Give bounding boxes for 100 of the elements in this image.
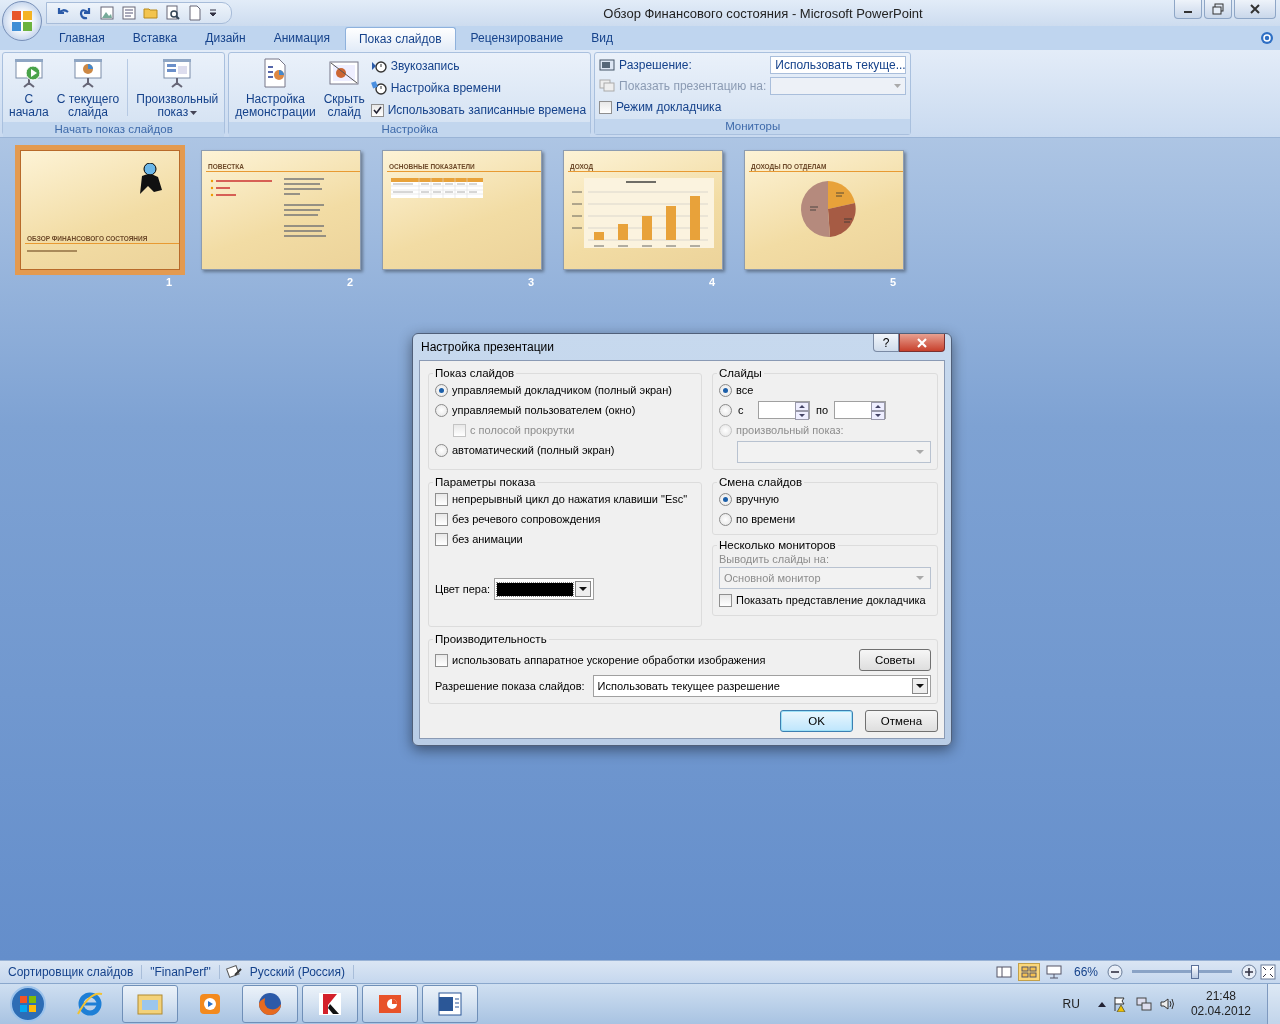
checkbox[interactable] <box>435 653 448 667</box>
group-title: Смена слайдов <box>718 476 804 488</box>
taskbar-app-button[interactable] <box>362 985 418 1023</box>
text-box-icon[interactable] <box>121 5 137 21</box>
group-title: Параметры показа <box>434 476 537 488</box>
taskbar-app-button[interactable] <box>422 985 478 1023</box>
flag-warning-icon[interactable] <box>1113 996 1128 1012</box>
caret-icon <box>894 84 902 88</box>
figure-icon <box>139 163 165 195</box>
radio-label: по времени <box>736 513 796 525</box>
radio-button[interactable] <box>435 443 448 457</box>
stopwatch-icon <box>370 80 387 96</box>
caret-icon <box>190 110 198 115</box>
bar <box>594 232 604 240</box>
clock[interactable]: 21:48 02.04.2012 <box>1190 989 1251 1019</box>
spelling-check-icon[interactable] <box>225 965 242 979</box>
speaker-icon[interactable] <box>1159 998 1175 1010</box>
ribbon-tab[interactable]: Анимация <box>260 27 343 50</box>
checkbox[interactable] <box>435 532 448 546</box>
ribbon-tab[interactable]: Дизайн <box>192 27 259 50</box>
language-indicator[interactable]: RU <box>1062 997 1080 1011</box>
view-button[interactable] <box>1017 963 1040 981</box>
checkbox-label: Режим докладчика <box>616 100 722 114</box>
close-icon[interactable] <box>1234 0 1276 19</box>
caret-icon <box>575 581 592 597</box>
help-button[interactable]: ? <box>873 334 899 352</box>
ribbon-command[interactable]: Звукозапись <box>370 57 587 75</box>
resolution-dropdown[interactable]: Использовать текущее разрешение <box>592 675 931 697</box>
ribbon-button[interactable]: С начала <box>7 55 51 120</box>
dialog-button[interactable]: OK <box>780 710 853 732</box>
document-icon <box>437 991 463 1017</box>
radio-label: с <box>738 404 745 416</box>
media-player-icon <box>197 991 223 1017</box>
slider-thumb[interactable] <box>1191 965 1199 979</box>
radio-button[interactable] <box>719 492 732 506</box>
network-icon[interactable] <box>1135 997 1152 1011</box>
close-button[interactable] <box>899 334 945 352</box>
restore-icon[interactable] <box>1204 0 1232 19</box>
group-title: Начать показ слайдов <box>3 122 225 137</box>
ribbon-button[interactable]: Настройка демонстрации <box>233 55 318 120</box>
radio-button[interactable] <box>719 383 732 397</box>
print-preview-icon[interactable] <box>165 5 181 21</box>
ribbon-button[interactable]: Скрыть слайд <box>321 55 367 120</box>
ribbon-button[interactable]: С текущего слайда <box>54 55 122 120</box>
checkbox[interactable] <box>435 512 448 526</box>
tips-button[interactable]: Советы <box>859 649 931 671</box>
zoom-level[interactable]: 66% <box>1067 965 1104 979</box>
antivirus-logo-icon <box>317 991 343 1017</box>
from-spinner[interactable] <box>758 401 810 419</box>
chart-title-mark <box>625 181 657 183</box>
radio-label: управляемый докладчиком (полный экран) <box>452 384 672 396</box>
taskbar-app-button[interactable] <box>302 985 358 1023</box>
radio-button[interactable] <box>719 403 732 417</box>
checkbox[interactable] <box>599 100 613 114</box>
to-spinner[interactable] <box>834 401 887 419</box>
pen-color-label: Цвет пера: <box>435 583 491 595</box>
checkbox[interactable] <box>370 103 384 117</box>
radio-button[interactable] <box>719 512 732 526</box>
hidden-slide-icon <box>329 58 360 88</box>
ribbon-tab[interactable]: Вставка <box>119 27 191 50</box>
checkbox-label: без речевого сопровождения <box>452 513 601 525</box>
text-placeholder-line <box>27 250 77 252</box>
bar <box>666 206 676 240</box>
folder-icon[interactable] <box>143 5 159 21</box>
taskbar-app-button[interactable] <box>242 985 298 1023</box>
dialog-title: Настройка презентации <box>421 340 554 354</box>
redo-icon[interactable] <box>77 5 93 21</box>
zoom-in-icon[interactable] <box>1241 964 1257 980</box>
start-button[interactable] <box>10 986 46 1022</box>
document-icon[interactable] <box>187 5 203 21</box>
radio-button[interactable] <box>435 383 448 397</box>
ribbon-command[interactable]: Настройка времени <box>370 79 587 97</box>
group-title: Несколько мониторов <box>718 539 837 551</box>
monitor-icon <box>599 59 616 71</box>
dialog-button[interactable]: Отмена <box>865 710 938 732</box>
zoom-out-icon[interactable] <box>1107 964 1123 980</box>
ribbon-tab[interactable]: Вид <box>578 27 626 50</box>
office-button[interactable] <box>2 1 42 41</box>
radio-button[interactable] <box>435 403 448 417</box>
caret-icon <box>912 678 928 694</box>
slide-number: 2 <box>346 276 354 288</box>
show-hidden-icons-icon[interactable] <box>1097 1001 1106 1007</box>
resolution-dropdown[interactable]: Использовать текуще... <box>770 56 907 74</box>
to-label: по <box>816 404 829 416</box>
picture-icon[interactable] <box>99 5 115 21</box>
ribbon-tab[interactable]: Главная <box>46 27 118 50</box>
status-text: "FinanPerf" <box>142 965 220 979</box>
help-icon[interactable] <box>1260 31 1274 45</box>
ribbon-tab[interactable]: Рецензирование <box>457 27 577 50</box>
slide-number: 3 <box>527 276 535 288</box>
fit-to-window-icon[interactable] <box>1260 964 1276 980</box>
checkbox-label: непрерывный цикл до нажатия клавиши "Esc" <box>452 493 688 505</box>
close-icon <box>917 337 927 348</box>
projector-chart-icon <box>72 58 103 88</box>
minimize-icon[interactable] <box>1174 0 1202 19</box>
pen-color-picker[interactable] <box>494 578 595 600</box>
ribbon-button[interactable]: Произвольный показ <box>134 55 221 120</box>
checkbox[interactable] <box>435 492 448 506</box>
radio-label: автоматический (полный экран) <box>452 444 615 456</box>
ribbon-tab[interactable]: Показ слайдов <box>345 27 456 50</box>
